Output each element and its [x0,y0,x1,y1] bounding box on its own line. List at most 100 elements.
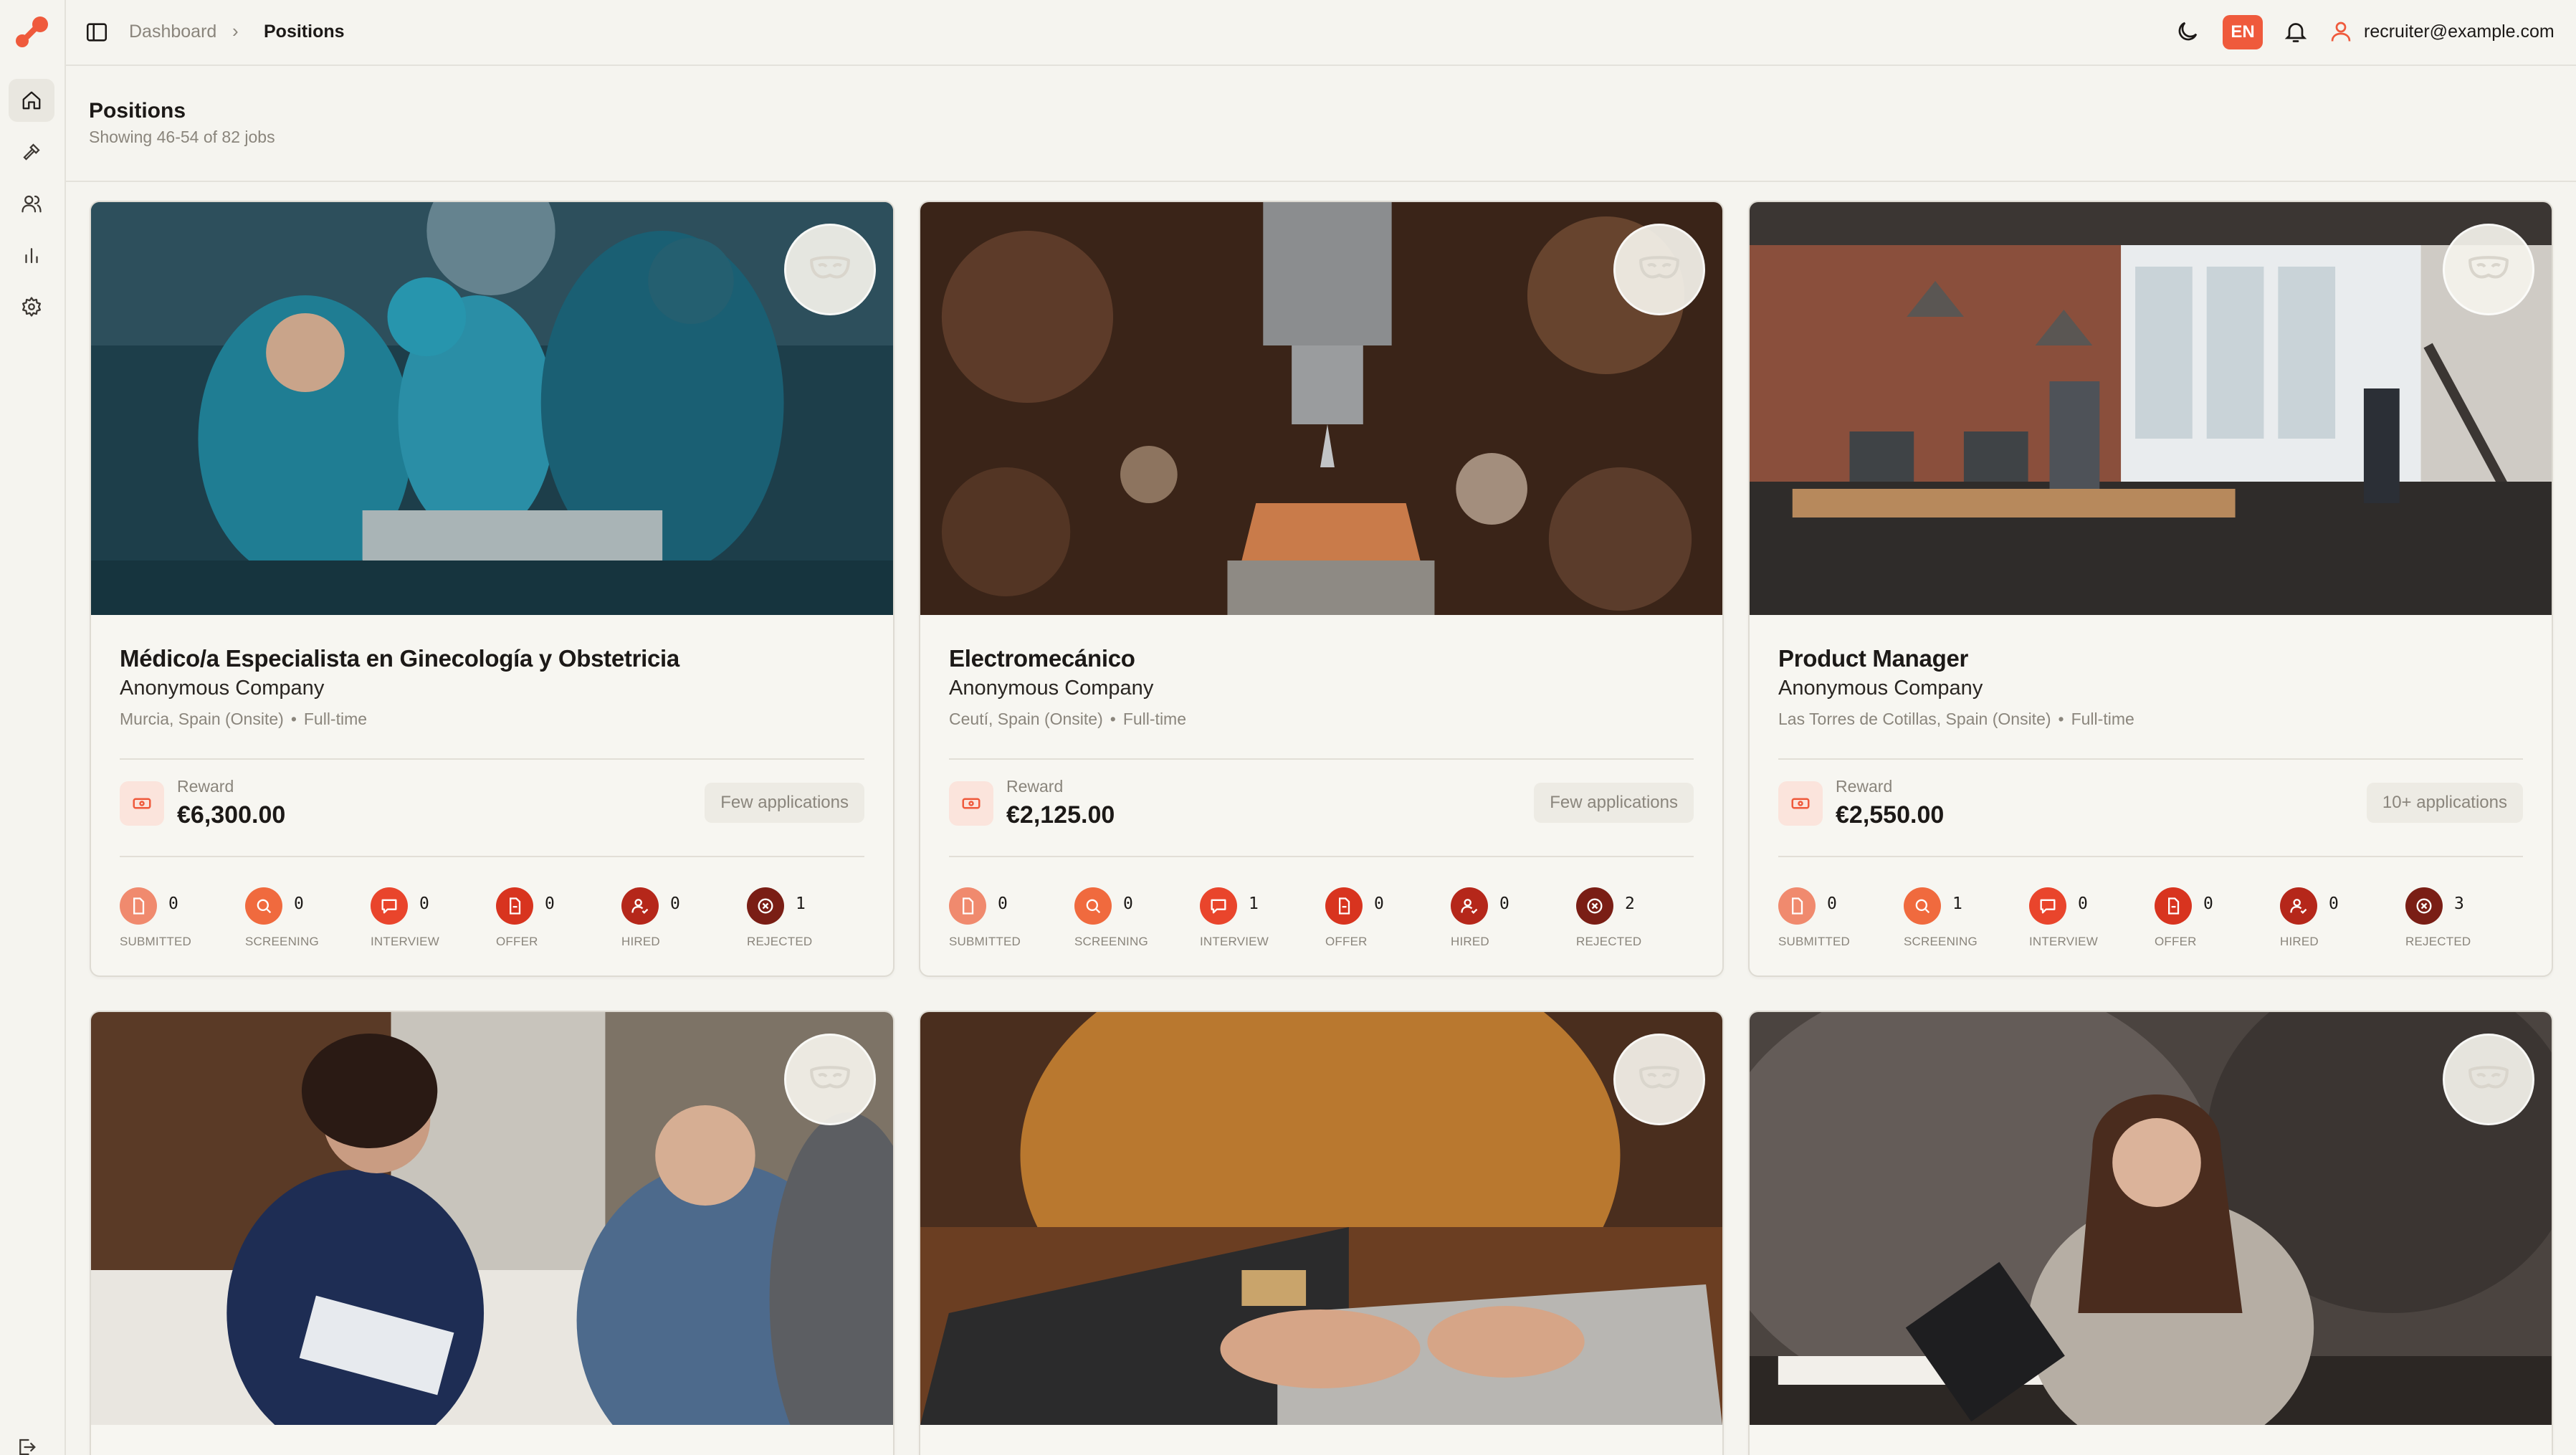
stage-hired[interactable]: 0 HIRED [621,887,736,952]
stage-interview[interactable]: 1 INTERVIEW [1200,887,1315,952]
save-job-button[interactable] [784,224,876,315]
bar-chart-icon [25,248,38,264]
submitted-icon [1778,887,1816,925]
submitted-icon [949,887,986,925]
user-icon[interactable] [2328,19,2354,44]
stage-label: INTERVIEW [371,935,439,948]
hired-icon [1451,887,1488,925]
job-card[interactable]: Electromecánico Anonymous Company Ceutí, S… [919,201,1724,977]
sidebar-item-candidates[interactable] [9,182,54,225]
save-job-button[interactable] [2443,224,2534,315]
language-selector[interactable]: EN [2223,15,2263,49]
stage-count: 3 [2454,895,2464,913]
stage-count: 0 [419,895,429,913]
stage-count: 1 [1952,895,1962,913]
submitted-icon [120,887,157,925]
divider [949,758,1694,760]
breadcrumb-chevron-icon: › [232,20,239,42]
save-job-button[interactable] [784,1034,876,1125]
app-logo-icon[interactable] [13,14,52,50]
stage-interview[interactable]: 0 INTERVIEW [2029,887,2144,952]
stage-count: 0 [2329,895,2339,913]
sidebar-item-home[interactable] [9,79,54,122]
job-title[interactable]: Electromecánico [949,645,1135,672]
stage-hired[interactable]: 0 HIRED [2280,887,2395,952]
stage-count: 0 [545,895,555,913]
stage-count: 0 [168,895,178,913]
sidebar-toggle-icon[interactable] [85,20,109,44]
job-card[interactable]: Médico/a Especialista en Ginecología y O… [90,201,895,977]
page-subtitle: Showing 46-54 of 82 jobs [89,128,275,146]
rejected-icon [747,887,784,925]
stage-screening[interactable]: 0 SCREENING [245,887,360,952]
page-heading: Positions Showing 46-54 of 82 jobs [66,66,2576,182]
stage-count: 1 [1249,895,1259,913]
sidebar [0,0,66,1455]
job-meta: Las Torres de Cotillas, Spain (Onsite) • F… [1778,710,2134,729]
divider [120,856,864,857]
top-header: Dashboard › Positions EN recruiter@examp… [66,0,2576,66]
hammer-icon [23,143,40,161]
job-card[interactable]: Product Manager Anonymous Company Las Torr… [1748,201,2553,977]
stage-offer[interactable]: 0 OFFER [2155,887,2269,952]
logout-icon[interactable] [16,1436,40,1455]
save-job-button[interactable] [1613,224,1705,315]
meta-separator: • [290,710,297,728]
stage-count: 0 [998,895,1008,913]
job-card[interactable] [919,1011,1724,1455]
sidebar-item-analytics[interactable] [9,234,54,277]
dark-mode-moon-icon[interactable] [2175,19,2200,44]
breadcrumb-current: Positions [264,22,345,42]
stage-label: HIRED [1451,935,1489,948]
save-job-button[interactable] [1613,1034,1705,1125]
save-job-button[interactable] [2443,1034,2534,1125]
user-email[interactable]: recruiter@example.com [2364,22,2554,42]
gear-icon [22,297,41,317]
job-title[interactable]: Product Manager [1778,645,1968,672]
stage-label: REJECTED [747,935,813,948]
job-title[interactable]: Médico/a Especialista en Ginecología y O… [120,645,679,672]
stage-offer[interactable]: 0 OFFER [1325,887,1440,952]
meta-separator: • [1110,710,1116,728]
stage-screening[interactable]: 1 SCREENING [1904,887,2018,952]
breadcrumb-dashboard[interactable]: Dashboard [129,22,216,42]
applications-badge: Few applications [705,783,864,823]
stage-label: INTERVIEW [1200,935,1269,948]
bell-icon[interactable] [2283,19,2309,44]
stage-count: 0 [294,895,304,913]
stage-label: HIRED [621,935,660,948]
job-card[interactable] [90,1011,895,1455]
job-card[interactable] [1748,1011,2553,1455]
offer-icon [496,887,533,925]
company-name: Anonymous Company [120,677,325,700]
screening-icon [1074,887,1112,925]
stage-label: OFFER [2155,935,2197,948]
stage-interview[interactable]: 0 INTERVIEW [371,887,485,952]
rejected-icon [1576,887,1613,925]
stage-count: 0 [1123,895,1133,913]
stage-label: REJECTED [1576,935,1642,948]
stage-submitted[interactable]: 0 SUBMITTED [120,887,234,952]
stage-submitted[interactable]: 0 SUBMITTED [1778,887,1893,952]
stage-screening[interactable]: 0 SCREENING [1074,887,1189,952]
stage-count: 1 [796,895,806,913]
stage-hired[interactable]: 0 HIRED [1451,887,1565,952]
interview-icon [1200,887,1237,925]
screening-icon [1904,887,1941,925]
sidebar-item-settings[interactable] [9,285,54,328]
stage-count: 0 [1827,895,1837,913]
divider [1778,856,2523,857]
stage-submitted[interactable]: 0 SUBMITTED [949,887,1064,952]
company-name: Anonymous Company [949,677,1154,700]
stage-rejected[interactable]: 3 REJECTED [2405,887,2520,952]
sidebar-item-tools[interactable] [9,130,54,173]
job-photo [91,1012,893,1425]
divider [1778,758,2523,760]
stage-offer[interactable]: 0 OFFER [496,887,611,952]
job-type: Full-time [303,710,368,728]
rejected-icon [2405,887,2443,925]
stage-rejected[interactable]: 2 REJECTED [1576,887,1691,952]
reward-amount: €2,125.00 [1006,801,1115,829]
hired-icon [621,887,659,925]
stage-rejected[interactable]: 1 REJECTED [747,887,862,952]
